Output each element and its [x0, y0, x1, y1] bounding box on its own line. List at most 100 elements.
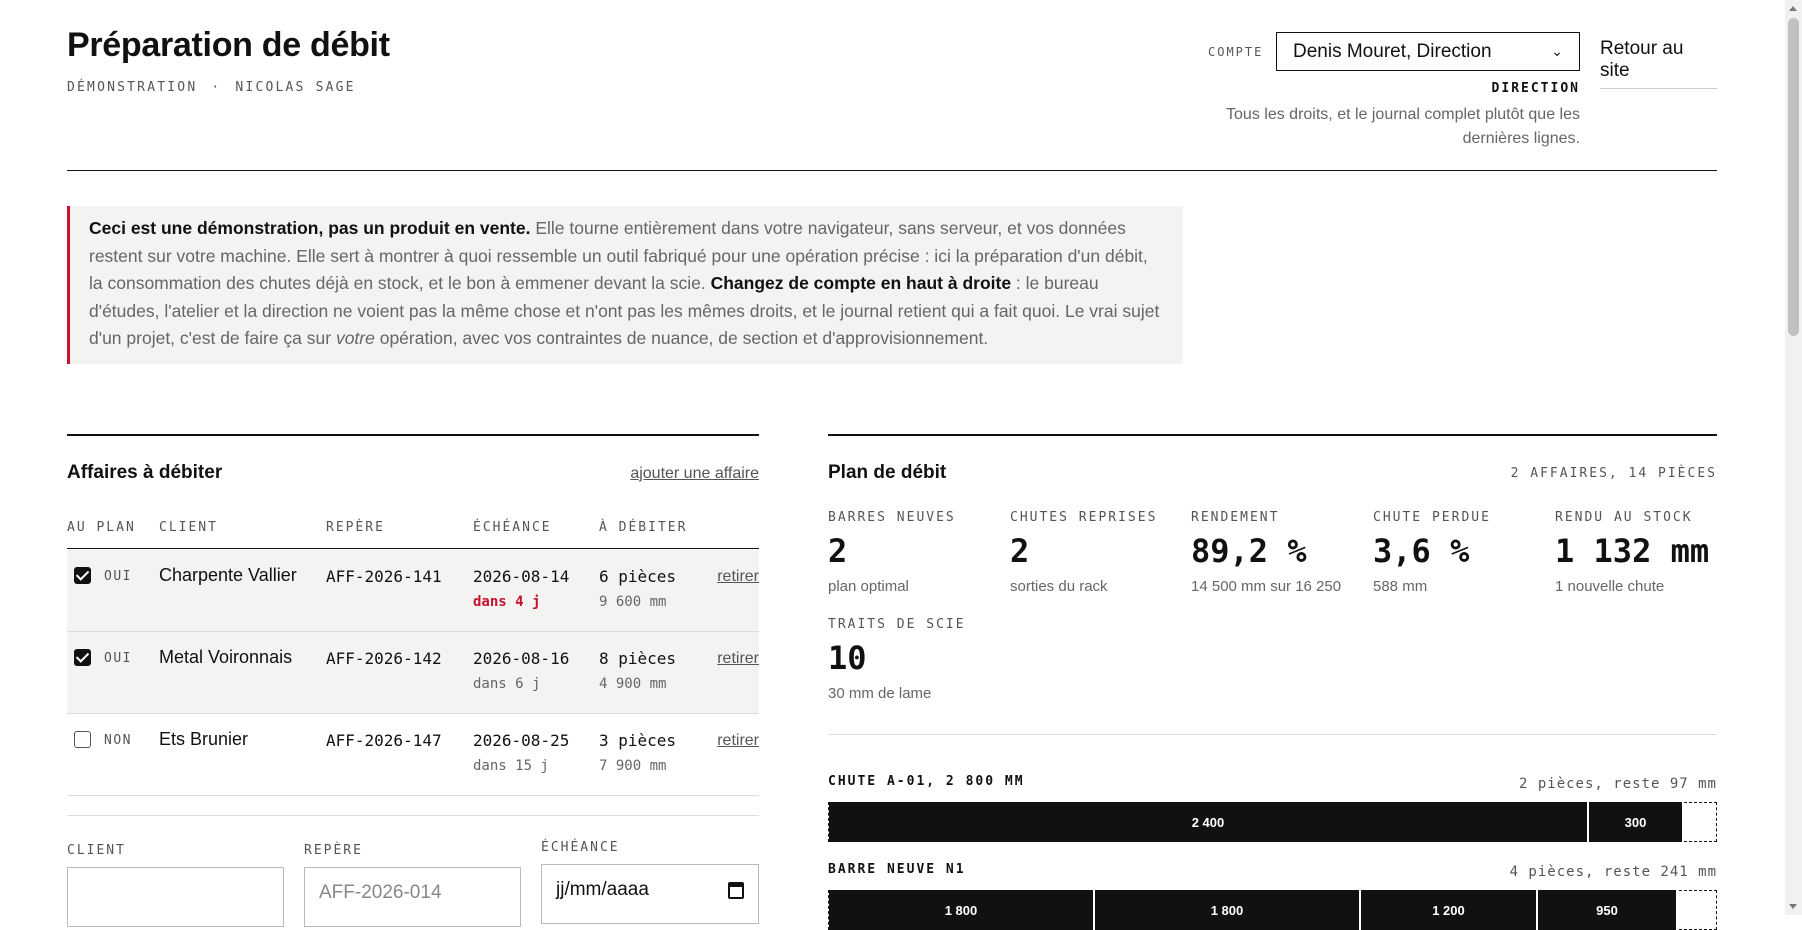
row-repere: AFF-2026-147 — [326, 731, 442, 750]
page-scrollbar[interactable] — [1785, 0, 1802, 915]
row-qty: 6 pièces — [599, 567, 677, 586]
scroll-down-arrow-icon[interactable] — [1789, 904, 1797, 909]
stat-sub: sorties du rack — [1010, 578, 1108, 595]
row-date: 2026-08-16 — [473, 649, 570, 668]
calendar-icon[interactable] — [728, 882, 744, 899]
page-header: Préparation de débit DÉMONSTRATION · NICOL… — [67, 0, 1717, 171]
table-row: OUI Metal Voironnais AFF-2026-142 2026-0… — [67, 632, 759, 714]
add-affaire-link[interactable]: ajouter une affaire — [630, 465, 759, 483]
row-due: dans 4 j — [473, 594, 541, 610]
page-subtitle: DÉMONSTRATION · NICOLAS SAGE — [67, 80, 356, 95]
plan-summary: 2 AFFAIRES, 14 PIÈCES — [1510, 466, 1717, 481]
table-header-divider — [67, 548, 759, 549]
stat-sub: 30 mm de lame — [828, 685, 932, 702]
form-divider — [67, 815, 759, 816]
notice-text-3: opération, avec vos contraintes de nuanc… — [374, 328, 989, 349]
table-row: NON Ets Brunier AFF-2026-147 2026-08-25 … — [67, 714, 759, 796]
stat-value: 2 — [828, 532, 848, 570]
stat-label: BARRES NEUVES — [828, 510, 956, 525]
cut-piece: 1 800 — [829, 890, 1095, 930]
row-length: 4 900 mm — [599, 676, 667, 692]
row-length: 7 900 mm — [599, 758, 667, 774]
retirer-link[interactable]: retirer — [717, 732, 759, 750]
bar-summary: 2 pièces, reste 97 mm — [1518, 776, 1717, 792]
demo-notice: Ceci est une démonstration, pas un produ… — [67, 206, 1183, 364]
subtitle-author: NICOLAS SAGE — [235, 80, 356, 95]
notice-lead: Ceci est une démonstration, pas un produ… — [89, 218, 531, 238]
echeance-placeholder: jj/mm/aaaa — [556, 879, 649, 900]
retirer-link[interactable]: retirer — [717, 650, 759, 668]
stat-barres-neuves: BARRES NEUVES 2 plan optimal — [828, 510, 1008, 595]
col-echeance: ÉCHÉANCE — [473, 520, 552, 535]
table-row: OUI Charpente Vallier AFF-2026-141 2026-… — [67, 550, 759, 632]
row-client: Charpente Vallier — [159, 565, 297, 585]
au-plan-checkbox[interactable] — [74, 649, 91, 666]
stat-label: RENDEMENT — [1191, 510, 1280, 525]
row-due: dans 15 j — [473, 758, 549, 774]
stat-value: 89,2 % — [1191, 532, 1307, 570]
cut-piece: 950 — [1538, 890, 1678, 930]
bar-title: CHUTE A-01, 2 800 MM — [828, 774, 1025, 789]
role-name: DIRECTION — [1491, 81, 1580, 96]
row-repere: AFF-2026-141 — [326, 567, 442, 586]
echeance-field-label: ÉCHÉANCE — [541, 840, 620, 855]
account-selected-value: Denis Mouret, Direction — [1293, 40, 1492, 62]
au-plan-status: NON — [104, 733, 132, 748]
row-date: 2026-08-25 — [473, 731, 570, 750]
stat-value: 1 132 mm — [1555, 532, 1710, 570]
plan-divider — [828, 734, 1717, 735]
row-qty: 8 pièces — [599, 649, 677, 668]
row-length: 9 600 mm — [599, 594, 667, 610]
bar-title: BARRE NEUVE N1 — [828, 862, 966, 877]
stat-rendu-stock: RENDU AU STOCK 1 132 mm 1 nouvelle chute — [1555, 510, 1717, 595]
chevron-down-icon: ⌄ — [1551, 43, 1563, 59]
stat-label: CHUTE PERDUE — [1373, 510, 1491, 525]
stat-rendement: RENDEMENT 89,2 % 14 500 mm sur 16 250 — [1191, 510, 1371, 595]
col-repere: REPÈRE — [326, 520, 385, 535]
stat-sub: 1 nouvelle chute — [1555, 578, 1665, 595]
repere-field-label: REPÈRE — [304, 843, 363, 858]
cut-piece: 1 200 — [1361, 890, 1538, 930]
repere-field[interactable]: AFF-2026-014 — [304, 867, 521, 927]
bar-summary: 4 pièces, reste 241 mm — [1509, 864, 1717, 880]
cut-bar: 2 400 300 — [828, 802, 1717, 842]
stat-chute-perdue: CHUTE PERDUE 3,6 % 588 mm — [1373, 510, 1553, 595]
stat-sub: 588 mm — [1373, 578, 1428, 595]
stat-label: TRAITS DE SCIE — [828, 617, 966, 632]
cut-piece: 300 — [1589, 802, 1684, 842]
row-repere: AFF-2026-142 — [326, 649, 442, 668]
row-date: 2026-08-14 — [473, 567, 570, 586]
subtitle-separator: · — [211, 80, 222, 95]
retirer-link[interactable]: retirer — [717, 568, 759, 586]
stat-traits-scie: TRAITS DE SCIE 10 30 mm de lame — [828, 617, 1008, 702]
stat-label: CHUTES REPRISES — [1010, 510, 1158, 525]
stat-chutes-reprises: CHUTES REPRISES 2 sorties du rack — [1010, 510, 1190, 595]
notice-switch-account: Changez de compte en haut à droite — [710, 273, 1012, 294]
au-plan-checkbox[interactable] — [74, 731, 91, 748]
stat-label: RENDU AU STOCK — [1555, 510, 1693, 525]
scroll-up-arrow-icon[interactable] — [1789, 6, 1797, 11]
account-label: COMPTE — [1208, 45, 1264, 59]
cut-piece: 2 400 — [829, 802, 1589, 842]
account-select[interactable]: Denis Mouret, Direction ⌄ — [1276, 32, 1580, 71]
role-description: Tous les droits, et le journal complet p… — [1226, 106, 1580, 147]
scrollbar-thumb[interactable] — [1788, 18, 1799, 336]
col-client: CLIENT — [159, 520, 218, 535]
stat-value: 3,6 % — [1373, 532, 1470, 570]
au-plan-status: OUI — [104, 569, 132, 584]
notice-italic: votre — [335, 328, 375, 349]
cut-bar: 1 800 1 800 1 200 950 — [828, 890, 1717, 930]
subtitle-demo: DÉMONSTRATION — [67, 80, 198, 95]
affaires-title: Affaires à débiter — [67, 462, 223, 483]
stat-value: 2 — [1010, 532, 1030, 570]
echeance-date-field[interactable]: jj/mm/aaaa — [541, 864, 759, 924]
row-qty: 3 pièces — [599, 731, 677, 750]
plan-title: Plan de débit — [828, 462, 947, 483]
affaires-panel: Affaires à débiter ajouter une affaire A… — [67, 434, 759, 927]
back-to-site-link[interactable]: Retour au site — [1600, 38, 1717, 89]
col-au-plan: AU PLAN — [67, 520, 136, 535]
client-field[interactable] — [67, 867, 284, 927]
cut-piece: 1 800 — [1095, 890, 1361, 930]
au-plan-checkbox[interactable] — [74, 567, 91, 584]
au-plan-status: OUI — [104, 651, 132, 666]
